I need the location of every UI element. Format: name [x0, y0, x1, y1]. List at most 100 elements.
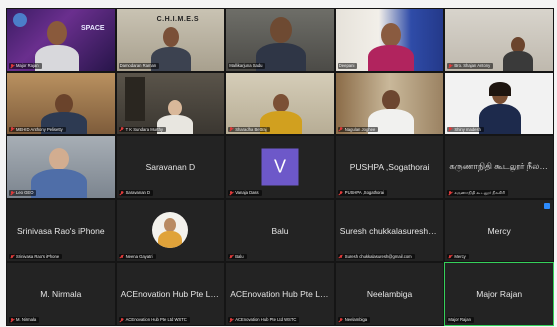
participant-tile[interactable]: Bro. Shajan Antony: [444, 8, 554, 72]
video-feed: [335, 9, 444, 71]
mic-muted-icon: [448, 254, 452, 259]
participant-name-label: MEHID Anthony Pelisetty: [9, 126, 66, 133]
participant-tile[interactable]: Shiny madesh: [444, 71, 554, 136]
mic-muted-icon: [120, 191, 124, 195]
participant-name-label: Neelambiga: [337, 317, 371, 323]
participant-display-name: ACEnovation Hub Pte Ltd W...: [120, 289, 225, 300]
video-feed: [7, 136, 115, 198]
participant-display-name: Mercy: [487, 225, 511, 236]
background-text: SPACE: [81, 25, 105, 32]
participant-tile[interactable]: T K Sundara Murthy: [115, 71, 226, 136]
participant-name-label: Srinivasa Rao's iPhone: [9, 253, 63, 260]
participant-display-name: ACEnovation Hub Pte Ltd W...: [230, 289, 334, 300]
participant-tile[interactable]: ACEnovation Hub Pte Ltd W... ACEnovation…: [115, 262, 226, 326]
participant-tile[interactable]: Sharadha Bettraj: [225, 71, 335, 136]
participant-name-label: Damodaran Raman: [118, 63, 160, 69]
participant-name-label: T K Sundara Murthy: [118, 126, 166, 133]
participant-tile[interactable]: Leo GEO: [6, 135, 116, 199]
participant-name-label: Neena Gayatri: [118, 253, 156, 260]
mic-muted-icon: [339, 318, 343, 322]
video-feed: [445, 9, 553, 71]
mic-muted-icon: [229, 254, 233, 259]
participant-name-label: கருணாநிதி கூடலூர் நீலகிரி: [447, 190, 509, 196]
participant-name-label: Vanaja Dass: [228, 190, 262, 196]
planet-graphic: [13, 13, 27, 27]
mic-muted-icon: [10, 127, 14, 131]
participant-name-label: Balu: [228, 253, 247, 260]
video-feed: [335, 72, 444, 135]
video-feed: [226, 72, 334, 135]
pin-icon[interactable]: [543, 202, 550, 209]
participant-display-name: PUSHPA ,Sogathorai: [349, 161, 430, 172]
video-feed: C.H.I.M.E.S: [116, 9, 225, 71]
participant-tile[interactable]: M. Nirmala M. Nirmala: [6, 262, 116, 326]
video-feed: [7, 72, 115, 135]
participant-tile[interactable]: Srinivasa Rao's iPhone Srinivasa Rao's i…: [6, 198, 116, 263]
participant-display-name: Balu: [271, 225, 289, 236]
participant-tile[interactable]: Neena Gayatri: [115, 198, 226, 263]
participant-display-name: Neelambiga: [366, 289, 413, 300]
avatar: [152, 211, 189, 248]
participant-name-label: Major Rajan: [447, 317, 474, 323]
background-banner: C.H.I.M.E.S: [156, 16, 200, 23]
mic-muted-icon: [339, 191, 343, 195]
participant-name-label: Leo GEO: [9, 190, 37, 196]
video-feed: [445, 72, 553, 135]
participant-name-label: Deepani: [337, 63, 358, 69]
mic-muted-icon: [229, 191, 233, 195]
participant-name-label: M. Nirmala: [9, 317, 40, 323]
participant-name-label: Suresh chukkalasuresh@gmail.com: [337, 253, 415, 260]
mic-muted-icon: [339, 127, 343, 131]
mic-muted-icon: [448, 127, 452, 131]
mic-muted-icon: [120, 254, 124, 259]
participant-display-name: Saravanan D: [145, 161, 196, 172]
participant-name-label: Mallikarjuna Sadu: [228, 63, 266, 69]
participant-tile[interactable]: Balu Balu: [225, 198, 335, 263]
participant-name-label: Shiny madesh: [447, 126, 484, 133]
background-shelf: [124, 76, 145, 121]
participant-name-label: Nagulan Joghee: [337, 126, 379, 133]
participant-display-name: M. Nirmala: [40, 289, 82, 300]
mic-muted-icon: [10, 191, 14, 195]
mic-muted-icon: [448, 191, 452, 195]
participant-tile[interactable]: SPACE Major Rajan: [6, 8, 116, 72]
mic-muted-icon: [10, 318, 14, 322]
mic-muted-icon: [448, 63, 452, 68]
participant-tile[interactable]: V Vanaja Dass: [225, 135, 335, 199]
participant-name-label: Bro. Shajan Antony: [447, 63, 494, 69]
participant-display-name: Suresh chukkalasuresh@g...: [339, 225, 444, 236]
participant-tile[interactable]: Neelambiga Neelambiga: [334, 262, 445, 326]
participant-tile[interactable]: ACEnovation Hub Pte Ltd W... ACEnovation…: [225, 262, 335, 326]
participant-tile[interactable]: கருணாநிதி கூடலூர் நீலகிரி கருணாநிதி கூடல…: [444, 135, 554, 199]
participant-tile[interactable]: Nagulan Joghee: [334, 71, 445, 136]
participant-tile[interactable]: Deepani: [334, 8, 445, 72]
video-feed: SPACE: [7, 9, 115, 71]
participant-name-label: Major Rajan: [9, 63, 42, 69]
participant-tile[interactable]: Mercy Mercy: [444, 198, 554, 263]
mic-muted-icon: [339, 254, 343, 259]
video-feed: [116, 72, 225, 135]
participant-name-label: Mercy: [447, 253, 469, 260]
mic-muted-icon: [120, 127, 124, 131]
participant-tile[interactable]: Suresh chukkalasuresh@g... Suresh chukka…: [334, 198, 445, 263]
mic-muted-icon: [229, 318, 233, 322]
active-speaker-tile[interactable]: Major Rajan Major Rajan: [444, 262, 554, 326]
avatar: V: [261, 148, 299, 186]
participant-display-name: கருணாநிதி கூடலூர் நீலகிரி: [449, 160, 553, 171]
participant-display-name: Srinivasa Rao's iPhone: [16, 225, 105, 236]
participant-tile[interactable]: C.H.I.M.E.S Damodaran Raman: [115, 8, 226, 72]
participant-tile[interactable]: MEHID Anthony Pelisetty: [6, 71, 116, 136]
mic-muted-icon: [10, 63, 14, 68]
participant-display-name: Major Rajan: [476, 289, 523, 300]
video-feed: [226, 9, 334, 71]
participant-name-label: Sharadha Bettraj: [228, 126, 270, 133]
mic-muted-icon: [10, 254, 14, 259]
participant-tile[interactable]: Mallikarjuna Sadu: [225, 8, 335, 72]
participant-tile[interactable]: Saravanan D Saravanan D: [115, 135, 226, 199]
participant-name-label: PUSHPA ,Sogathorai: [337, 190, 388, 196]
participant-name-label: ACEnovation Hub Pte Ltd WSTC: [228, 317, 300, 323]
gallery-view: SPACE Major Rajan C.H.I.M.E.S Damodaran …: [6, 8, 554, 326]
mic-muted-icon: [120, 318, 124, 322]
participant-grid: SPACE Major Rajan C.H.I.M.E.S Damodaran …: [6, 8, 554, 326]
participant-tile[interactable]: PUSHPA ,Sogathorai PUSHPA ,Sogathorai: [334, 135, 445, 199]
